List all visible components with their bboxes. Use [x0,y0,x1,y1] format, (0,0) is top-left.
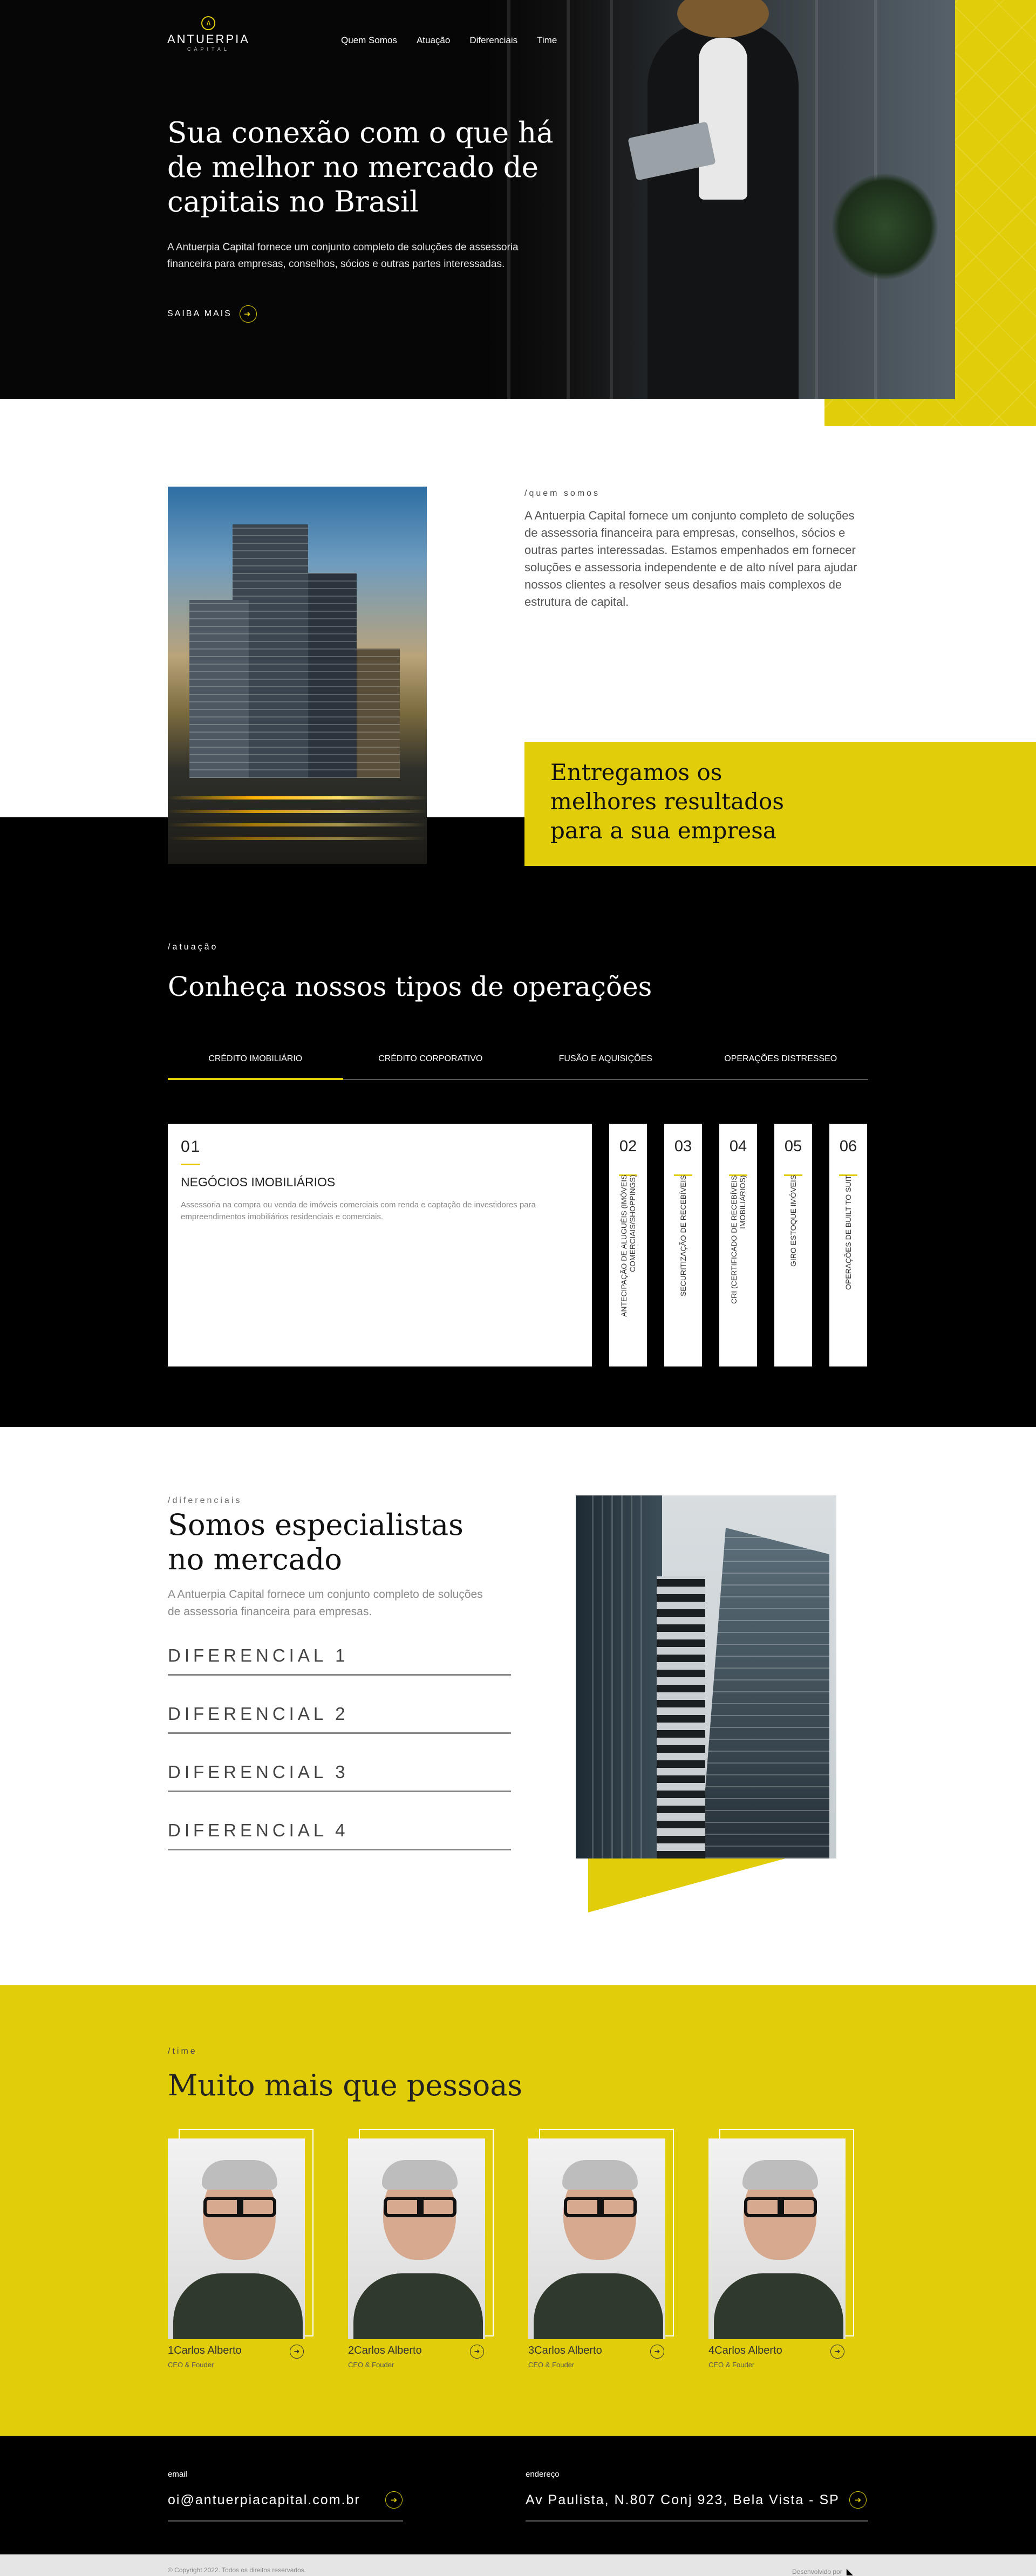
operation-number: 01 [181,1138,201,1156]
diferencial-item[interactable]: DIFERENCIAL 1 [168,1643,511,1676]
saiba-mais-label: SAIBA MAIS [167,309,232,318]
hero-title: Sua conexão com o que há de melhor no me… [167,117,554,218]
member-photo [168,2138,305,2339]
member-name: 4Carlos Alberto [708,2345,782,2356]
time-eyebrow: /time [168,2047,197,2056]
operation-number: 04 [729,1138,747,1155]
tab-credito-imobiliario[interactable]: CRÉDITO IMOBILIÁRIO [168,1050,343,1080]
operations-tabs: CRÉDITO IMOBILIÁRIO CRÉDITO CORPORATIVO … [168,1050,868,1080]
saiba-mais-button[interactable]: SAIBA MAIS ➜ [167,305,257,323]
arrow-right-icon: ➜ [239,305,257,323]
logo-name: ANTUERPIA [167,32,250,46]
diferenciais-description: A Antuerpia Capital fornece um conjunto … [168,1588,483,1618]
diferencial-item[interactable]: DIFERENCIAL 3 [168,1760,511,1792]
diferenciais-eyebrow: /diferenciais [168,1496,242,1505]
main-nav: Quem Somos Atuação Diferenciais Time [341,35,557,46]
highlight-box: Entregamos os melhores resultados para a… [524,742,1036,866]
logo[interactable]: ∧ ANTUERPIA CAPITAL [167,16,250,52]
address-text[interactable]: Av Paulista, N.807 Conj 923, Bela Vista … [526,2492,840,2508]
nav-item-time[interactable]: Time [537,35,557,46]
operation-label: SECURITIZAÇÃO DE RECEBÍVEIS [679,1175,687,1296]
member-role: CEO & Fouder [708,2361,755,2369]
highlight-text: Entregamos os melhores resultados para a… [550,759,784,844]
developed-by-label: Desenvolvido por [792,2568,842,2575]
operation-card-collapsed[interactable]: 04 CRI (CERTIFICADO DE RECEBÍVEIS IMOBIL… [719,1124,757,1366]
nav-item-atuacao[interactable]: Atuação [417,35,450,46]
operation-card-collapsed[interactable]: 05 GIRO ESTOQUE IMÓVEIS [774,1124,812,1366]
nav-item-quem-somos[interactable]: Quem Somos [341,35,397,46]
arrow-right-icon[interactable]: ➜ [385,2491,403,2509]
quem-somos-eyebrow: /quem somos [524,489,601,498]
arrow-right-icon[interactable]: ➜ [470,2345,484,2359]
email-link[interactable]: oi@antuerpiacapital.com.br [168,2492,360,2508]
operation-card-collapsed[interactable]: 02 ANTECIPAÇÃO DE ALUGUÉIS (IMÓVEIS COME… [609,1124,647,1366]
operation-title: NEGÓCIOS IMOBILIÁRIOS [181,1175,336,1189]
operation-label: CRI (CERTIFICADO DE RECEBÍVEIS IMOBILIÁR… [730,1175,747,1304]
arrow-right-icon[interactable]: ➜ [290,2345,304,2359]
email-label: email [168,2470,187,2479]
diferenciais-title: Somos especialistas no mercado [168,1508,464,1576]
operation-card-collapsed[interactable]: 06 OPERAÇÕES DE BUILT TO SUIT [829,1124,867,1366]
operation-number: 06 [839,1138,857,1155]
address-label: endereço [526,2470,560,2479]
arrow-right-icon[interactable]: ➜ [650,2345,664,2359]
member-role: CEO & Fouder [348,2361,394,2369]
diferencial-item[interactable]: DIFERENCIAL 4 [168,1818,511,1850]
tab-fusao-aquisicoes[interactable]: FUSÃO E AQUISIÇÕES [518,1050,693,1079]
operation-number: 02 [619,1138,637,1155]
operation-number: 03 [674,1138,692,1155]
member-role: CEO & Fouder [168,2361,214,2369]
yellow-triangle-accent [588,1850,815,1912]
tab-credito-corporativo[interactable]: CRÉDITO CORPORATIVO [343,1050,519,1079]
arrow-right-icon[interactable]: ➜ [849,2491,867,2509]
hero-description: A Antuerpia Capital fornece um conjunto … [167,242,519,270]
operation-card-expanded[interactable]: 01 NEGÓCIOS IMOBILIÁRIOS Assessoria na c… [168,1124,592,1366]
member-photo [348,2138,485,2339]
member-role: CEO & Fouder [528,2361,575,2369]
operation-number: 05 [784,1138,802,1155]
a-letter-mark-icon: ∧ [201,16,216,30]
member-name: 1Carlos Alberto [168,2345,242,2356]
developer-logo-icon: ◣ [846,2567,854,2576]
time-title: Muito mais que pessoas [168,2068,523,2102]
atuacao-title: Conheça nossos tipos de operações [168,971,652,1002]
operation-label: OPERAÇÕES DE BUILT TO SUIT [844,1175,853,1290]
operation-label: ANTECIPAÇÃO DE ALUGUÉIS (IMÓVEIS COMERCI… [619,1175,637,1317]
operation-label: GIRO ESTOQUE IMÓVEIS [789,1175,798,1267]
member-name: 3Carlos Alberto [528,2345,602,2356]
quem-somos-text: A Antuerpia Capital fornece um conjunto … [524,509,857,609]
operation-card-collapsed[interactable]: 03 SECURITIZAÇÃO DE RECEBÍVEIS [664,1124,702,1366]
operation-description: Assessoria na compra ou venda de imóveis… [181,1200,536,1221]
divider [168,2520,403,2522]
bottom-bar [0,2554,1036,2576]
accent-line [181,1164,200,1165]
skyscraper-photo [576,1495,836,1858]
diferencial-item[interactable]: DIFERENCIAL 2 [168,1702,511,1734]
member-photo [528,2138,665,2339]
nav-item-diferenciais[interactable]: Diferenciais [469,35,517,46]
footer [0,2436,1036,2554]
tab-operacoes-distresseo[interactable]: OPERAÇÕES DISTRESSEO [693,1050,869,1079]
city-avenue-photo [168,487,427,864]
developer-credit[interactable]: Desenvolvido por ◣ [792,2566,853,2576]
time-section [0,1985,1036,2436]
copyright-text: © Copyright 2022. Todos os direitos rese… [168,2566,306,2574]
member-photo [708,2138,846,2339]
member-name: 2Carlos Alberto [348,2345,422,2356]
arrow-right-icon[interactable]: ➜ [830,2345,844,2359]
atuacao-eyebrow: /atuação [168,942,219,952]
logo-subtitle: CAPITAL [187,46,230,52]
divider [526,2520,868,2522]
